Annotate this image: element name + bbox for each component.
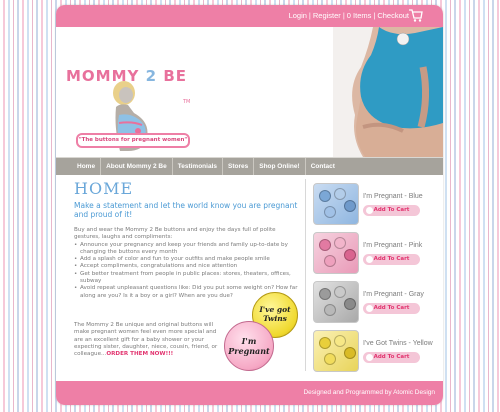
link-separator: |	[308, 11, 311, 20]
list-item: Get better treatment from people in publ…	[74, 271, 300, 286]
closing-paragraph: The Mommy 2 Be unique and original butto…	[74, 322, 224, 358]
register-link[interactable]: Register	[313, 11, 341, 20]
list-item: Accept compliments, congratulations and …	[74, 263, 300, 271]
product-item: I've Got Twins - Yellow Add To Cart	[311, 328, 441, 377]
product-name[interactable]: I'm Pregnant - Blue	[363, 193, 423, 200]
product-name[interactable]: I'm Pregnant - Pink	[363, 242, 422, 249]
lead-paragraph: Buy and wear the Mommy 2 Be buttons and …	[74, 227, 276, 241]
logo-word-be: BE	[163, 67, 187, 85]
pregnant-button-badge: I'm Pregnant	[224, 321, 274, 371]
tagline-badge: "The buttons for pregnant women"	[76, 133, 190, 148]
product-thumbnail[interactable]	[313, 183, 359, 225]
nav-home[interactable]: Home	[72, 158, 102, 175]
footer-credit[interactable]: Designed and Programmed by Atomic Design	[303, 389, 435, 396]
footer: Designed and Programmed by Atomic Design	[56, 381, 443, 405]
product-thumbnail[interactable]	[313, 281, 359, 323]
column-divider	[305, 179, 306, 371]
page-container: Login | Register | 0 Items | Checkout MOMMY 2 …	[56, 5, 443, 405]
add-to-cart-button[interactable]: Add To Cart	[363, 303, 420, 314]
login-link[interactable]: Login	[289, 11, 307, 20]
intro-text: Make a statement and let the world know …	[74, 201, 298, 219]
link-separator: |	[342, 11, 345, 20]
add-to-cart-button[interactable]: Add To Cart	[363, 352, 420, 363]
nav-stores[interactable]: Stores	[223, 158, 255, 175]
pregnant-badge-line1: I'm	[241, 336, 257, 346]
cart-items-link[interactable]: 0 Items	[347, 11, 372, 20]
list-item: Announce your pregnancy and keep your fr…	[74, 242, 300, 257]
product-list: I'm Pregnant - Blue Add To Cart I'm Preg…	[311, 181, 441, 377]
nav-contact[interactable]: Contact	[306, 158, 340, 175]
product-thumbnail[interactable]	[313, 232, 359, 274]
nav-shop-online[interactable]: Shop Online!	[254, 158, 306, 175]
product-name[interactable]: I've Got Twins - Yellow	[363, 340, 433, 347]
add-to-cart-button[interactable]: Add To Cart	[363, 254, 420, 265]
link-separator: |	[373, 11, 376, 20]
checkout-link[interactable]: Checkout	[377, 11, 409, 20]
top-bar: Login | Register | 0 Items | Checkout	[56, 5, 443, 27]
product-item: I'm Pregnant - Blue Add To Cart	[311, 181, 441, 230]
main-navigation: Home About Mommy 2 Be Testimonials Store…	[56, 157, 443, 175]
twins-badge-line1: I've got	[259, 305, 291, 314]
main-content: HOME Make a statement and let the world …	[56, 175, 443, 376]
body-text: Buy and wear the Mommy 2 Be buttons and …	[74, 227, 300, 300]
nav-about[interactable]: About Mommy 2 Be	[101, 158, 173, 175]
list-item: Add a splash of color and fun to your ou…	[74, 256, 300, 264]
order-now-link[interactable]: ORDER THEM NOW!!!	[106, 351, 173, 357]
pregnant-badge-line2: Pregnant	[228, 346, 270, 356]
product-item: I'm Pregnant - Pink Add To Cart	[311, 230, 441, 279]
account-links: Login | Register | 0 Items | Checkout	[289, 11, 409, 20]
product-name[interactable]: I'm Pregnant - Gray	[363, 291, 424, 298]
home-article: HOME Make a statement and let the world …	[74, 179, 300, 300]
add-to-cart-button[interactable]: Add To Cart	[363, 205, 420, 216]
trademark-mark: TM	[183, 99, 191, 105]
header-banner: MOMMY 2 BE TM "The buttons for pregnant …	[56, 27, 443, 157]
benefits-list: Announce your pregnancy and keep your fr…	[74, 242, 300, 300]
page-title: HOME	[74, 179, 134, 198]
hero-photo	[333, 27, 443, 157]
product-item: I'm Pregnant - Gray Add To Cart	[311, 279, 441, 328]
shopping-cart-icon[interactable]	[409, 9, 423, 22]
nav-testimonials[interactable]: Testimonials	[173, 158, 223, 175]
product-thumbnail[interactable]	[313, 330, 359, 372]
